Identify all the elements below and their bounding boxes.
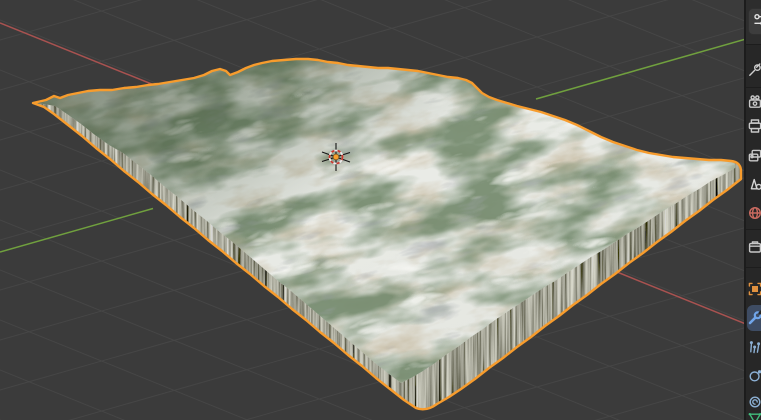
- tab-object[interactable]: [747, 276, 761, 302]
- tab-view-layer[interactable]: [747, 143, 761, 169]
- terrain-object[interactable]: [0, 0, 746, 420]
- tab-physics[interactable]: [747, 363, 761, 389]
- viewport-3d[interactable]: [0, 0, 746, 420]
- tab-object-data[interactable]: [747, 405, 761, 420]
- tab-group-separator: [746, 229, 761, 230]
- tab-collection[interactable]: [747, 234, 761, 260]
- blender-3d-viewport-window: [0, 0, 761, 420]
- tab-particles[interactable]: [747, 334, 761, 360]
- tab-output[interactable]: [747, 113, 761, 139]
- tab-group-separator: [746, 44, 761, 45]
- properties-editor-header: [746, 0, 761, 44]
- x-axis-line: [617, 272, 746, 324]
- tab-tool[interactable]: [747, 57, 761, 83]
- y-axis-line: [0, 209, 153, 253]
- tab-scene[interactable]: [747, 171, 761, 197]
- y-axis-line: [536, 39, 746, 99]
- tab-render[interactable]: [747, 89, 761, 115]
- properties-editor: [746, 0, 761, 420]
- properties-icon: [752, 12, 761, 31]
- tab-group-separator: [746, 267, 761, 268]
- object-origin-dot: [333, 154, 339, 160]
- tab-world[interactable]: [747, 200, 761, 226]
- tab-modifiers[interactable]: [747, 305, 761, 331]
- tab-group-separator: [746, 87, 761, 88]
- x-axis-line: [0, 23, 164, 89]
- editor-type-button[interactable]: [748, 8, 761, 35]
- terrain-surface: [0, 0, 746, 420]
